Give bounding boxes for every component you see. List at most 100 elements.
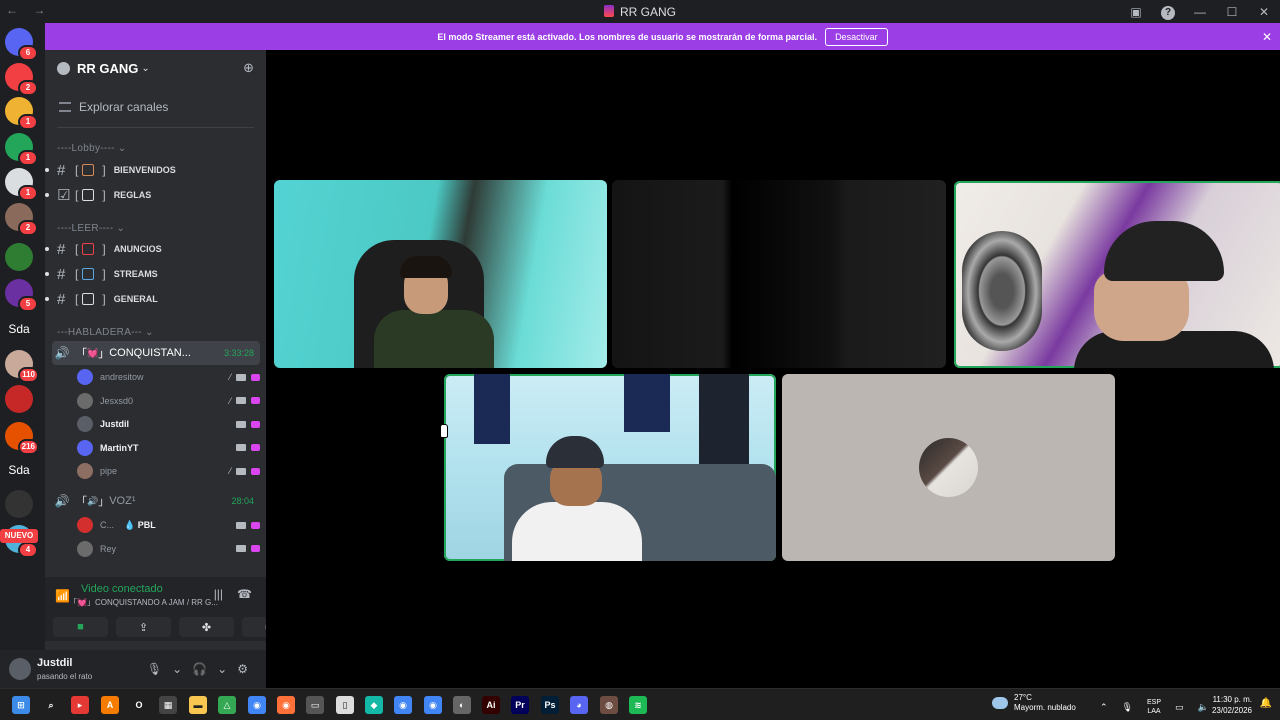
microphone-icon[interactable]: 🎙 xyxy=(147,662,162,676)
video-content xyxy=(512,502,642,561)
firefox-icon[interactable]: ◉ xyxy=(277,696,295,714)
server-item[interactable]: 1 xyxy=(5,97,38,130)
microphone-icon[interactable]: 🎙 xyxy=(1122,702,1133,713)
channel-bienvenidos[interactable]: # [] BIENVENIDOS xyxy=(45,158,266,182)
video-tile-1[interactable] xyxy=(274,180,607,368)
noise-suppression-icon[interactable]: ||| xyxy=(214,587,223,601)
server-item[interactable]: 1 xyxy=(5,133,38,166)
category-habladera[interactable]: ---HABLADERA--- ⌄ xyxy=(57,327,154,338)
explore-channels[interactable]: Explorar canales xyxy=(57,86,254,128)
app-icon[interactable]: ◆ xyxy=(365,696,383,714)
windows-start-icon[interactable]: ⊞ xyxy=(12,696,30,714)
chrome-icon[interactable]: ◉ xyxy=(248,696,266,714)
voice-user[interactable]: andresitow ⁄ xyxy=(77,366,260,388)
clock[interactable]: 11:30 p. m. 23/02/2026 xyxy=(1212,694,1252,716)
headphones-icon[interactable]: 🎧 xyxy=(192,662,207,676)
voice-channel-conquistando[interactable]: 🔊 「 💓 」 CONQUISTAN... 3:33:28 xyxy=(52,341,260,365)
server-item[interactable] xyxy=(5,243,33,271)
minimize-button[interactable]: — xyxy=(1184,5,1216,19)
premiere-icon[interactable]: Pr xyxy=(511,696,529,714)
network-icon[interactable]: ▭ xyxy=(1175,702,1184,713)
weather-widget[interactable]: 27°C Mayorm. nublado xyxy=(992,693,1076,713)
file-explorer-icon[interactable]: ▬ xyxy=(189,696,207,714)
channel-streams[interactable]: # [] STREAMS xyxy=(45,262,266,286)
discord-icon[interactable]: ◕ xyxy=(570,696,588,714)
activities-button[interactable]: ✤ xyxy=(179,617,234,637)
volume-icon[interactable]: 🔈 xyxy=(1198,702,1209,713)
discord-home-icon[interactable]: 6 xyxy=(5,28,38,61)
chevron-up-icon[interactable]: ⌃ xyxy=(1100,702,1108,713)
drive-icon[interactable]: △ xyxy=(218,696,236,714)
server-item[interactable]: 216 xyxy=(5,422,39,455)
voice-user[interactable]: MartinYT xyxy=(77,437,260,459)
channel-reglas[interactable]: ☑ [] REGLAS xyxy=(45,183,266,207)
voice-status[interactable]: Video conectado xyxy=(81,583,163,595)
chevron-down-icon[interactable]: ⌄ xyxy=(141,63,149,74)
voice-user[interactable]: Jesxsd0 ⁄ xyxy=(77,390,260,412)
gear-icon[interactable]: ⚙ xyxy=(237,662,248,676)
category-lobby[interactable]: ----Lobby---- ⌄ xyxy=(57,143,127,154)
app-icon[interactable]: ◐ xyxy=(453,696,471,714)
channel-anuncios[interactable]: # [] ANUNCIOS xyxy=(45,237,266,261)
voice-channel-voz[interactable]: 🔊 「 🔊 」 VOZ¹ 28:04 xyxy=(52,489,260,513)
server-item[interactable] xyxy=(5,385,33,413)
live-icon xyxy=(251,521,260,529)
video-tile-5[interactable] xyxy=(782,374,1115,561)
app-icon[interactable]: A xyxy=(101,696,119,714)
guild-header[interactable]: RR GANG ⌄ ⊕ xyxy=(45,50,266,86)
screen-share-button[interactable]: ⇪ xyxy=(116,617,171,637)
banner-close-icon[interactable]: ✕ xyxy=(1262,30,1272,44)
camera-icon xyxy=(236,545,246,552)
voice-user[interactable]: C... 💧 PBL xyxy=(77,514,260,536)
file-icon[interactable]: ▯ xyxy=(336,696,354,714)
server-item[interactable] xyxy=(5,490,33,518)
invite-people-icon[interactable]: ⊕ xyxy=(243,60,254,76)
disable-streamer-mode-button[interactable]: Desactivar xyxy=(825,27,888,46)
spotify-icon[interactable]: ≋ xyxy=(629,696,647,714)
server-item[interactable]: 1 xyxy=(5,168,38,201)
category-leer[interactable]: ----LEER---- ⌄ xyxy=(57,223,125,234)
camera-icon xyxy=(236,397,246,404)
muted-mic-icon: ⁄ xyxy=(229,372,231,382)
search-icon[interactable]: ⌕ xyxy=(42,696,60,714)
close-window-button[interactable]: ✕ xyxy=(1248,5,1280,19)
chevron-down-icon[interactable]: ⌄ xyxy=(217,662,227,676)
server-item[interactable]: 110 xyxy=(5,350,39,383)
video-content xyxy=(1094,271,1189,341)
camera-button[interactable]: ■ xyxy=(53,617,108,637)
store-icon[interactable]: ▦ xyxy=(159,696,177,714)
maximize-button[interactable]: ☐ xyxy=(1216,5,1248,19)
video-tile-2[interactable] xyxy=(612,180,946,368)
avatar xyxy=(77,439,93,456)
server-item[interactable]: 2 xyxy=(5,203,38,236)
server-item[interactable]: 5 xyxy=(5,279,38,312)
avatar[interactable] xyxy=(9,658,31,680)
opera-icon[interactable]: O xyxy=(130,696,148,714)
voice-user[interactable]: Justdil xyxy=(77,413,260,435)
channel-general[interactable]: # [] GENERAL xyxy=(45,287,266,311)
chevron-down-icon[interactable]: ⌄ xyxy=(172,662,182,676)
inbox-icon[interactable]: ▣ xyxy=(1120,5,1152,19)
video-tile-4[interactable] xyxy=(444,374,776,561)
illustrator-icon[interactable]: Ai xyxy=(482,696,500,714)
app-icon[interactable]: ▭ xyxy=(306,696,324,714)
language-indicator[interactable]: ESP LAA xyxy=(1147,698,1161,716)
help-icon[interactable]: ? xyxy=(1152,4,1184,20)
channel-name: BIENVENIDOS xyxy=(113,165,176,175)
video-content xyxy=(474,374,510,444)
app-icon[interactable]: ◍ xyxy=(600,696,618,714)
server-item[interactable]: 2 xyxy=(5,63,38,96)
notification-bell-icon[interactable]: 🔔 xyxy=(1260,698,1272,709)
chrome-icon[interactable]: ◉ xyxy=(424,696,442,714)
chrome-icon[interactable]: ◉ xyxy=(394,696,412,714)
server-item-sda[interactable]: Sda xyxy=(5,456,33,484)
server-item-sda[interactable]: Sda xyxy=(5,315,33,343)
voice-user[interactable]: pipe ⁄ xyxy=(77,460,260,482)
weather-temp: 27°C xyxy=(1014,693,1032,702)
photoshop-icon[interactable]: Ps xyxy=(541,696,559,714)
video-tile-3[interactable] xyxy=(954,181,1280,368)
app-icon[interactable]: ▸ xyxy=(71,696,89,714)
guild-name: RR GANG xyxy=(77,60,139,76)
voice-user[interactable]: Rey xyxy=(77,538,260,560)
disconnect-icon[interactable]: ☎ xyxy=(237,587,252,601)
